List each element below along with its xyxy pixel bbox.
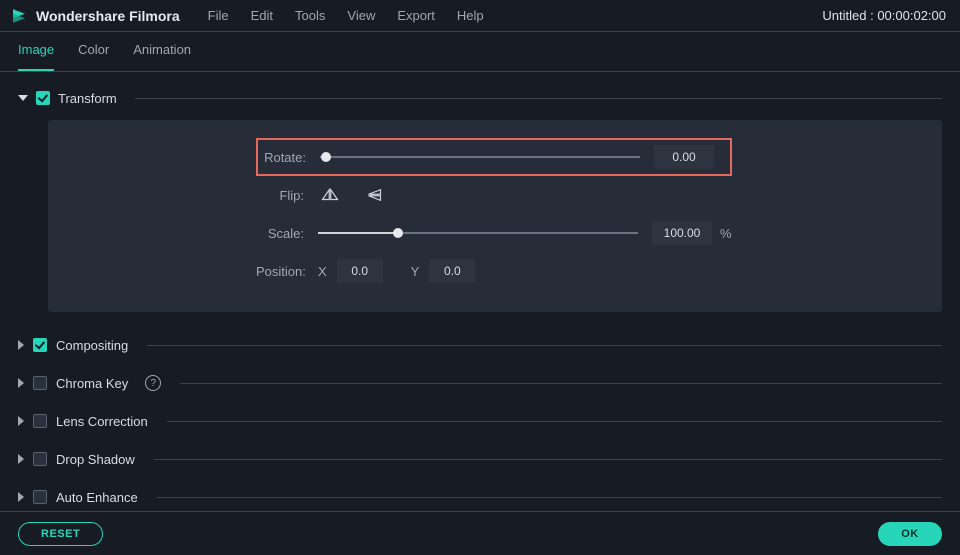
flip-label: Flip: <box>256 188 318 203</box>
content: Transform Rotate: Flip: Scale: <box>0 72 960 512</box>
section-drop-shadow-title: Drop Shadow <box>56 452 135 467</box>
section-transform-title: Transform <box>58 91 117 106</box>
chevron-down-icon <box>18 95 28 101</box>
titlebar: Wondershare Filmora File Edit Tools View… <box>0 0 960 32</box>
checkbox-drop-shadow[interactable] <box>33 452 47 466</box>
section-auto-enhance-title: Auto Enhance <box>56 490 138 505</box>
position-x-label: X <box>318 264 327 279</box>
transform-panel: Rotate: Flip: Scale: <box>48 120 942 312</box>
scale-slider[interactable] <box>318 226 638 240</box>
flip-row: Flip: <box>256 176 918 214</box>
ok-button[interactable]: OK <box>878 522 942 546</box>
section-lens-correction-title: Lens Correction <box>56 414 148 429</box>
section-drop-shadow[interactable]: Drop Shadow <box>18 440 942 478</box>
footer: RESET OK <box>0 511 960 555</box>
menu-edit[interactable]: Edit <box>251 8 273 23</box>
reset-button[interactable]: RESET <box>18 522 103 546</box>
scale-row: Scale: % <box>256 214 918 252</box>
position-y-input[interactable] <box>429 259 475 283</box>
section-chroma-key-title: Chroma Key <box>56 376 128 391</box>
chevron-right-icon <box>18 492 24 502</box>
project-title: Untitled : 00:00:02:00 <box>822 8 946 23</box>
section-chroma-key[interactable]: Chroma Key ? <box>18 364 942 402</box>
help-icon[interactable]: ? <box>145 375 161 391</box>
scale-unit: % <box>720 226 732 241</box>
flip-horizontal-icon[interactable] <box>318 185 342 205</box>
divider <box>147 345 942 346</box>
position-row: Position: X Y <box>256 252 918 290</box>
menu-help[interactable]: Help <box>457 8 484 23</box>
tab-animation[interactable]: Animation <box>133 42 191 71</box>
checkbox-chroma-key[interactable] <box>33 376 47 390</box>
app-title: Wondershare Filmora <box>36 8 180 24</box>
section-compositing[interactable]: Compositing <box>18 326 942 364</box>
menu-tools[interactable]: Tools <box>295 8 325 23</box>
chevron-right-icon <box>18 416 24 426</box>
checkbox-auto-enhance[interactable] <box>33 490 47 504</box>
divider <box>157 497 942 498</box>
rotate-input[interactable] <box>654 145 714 169</box>
scale-label: Scale: <box>256 226 318 241</box>
chevron-right-icon <box>18 340 24 350</box>
subtabs: Image Color Animation <box>0 32 960 72</box>
rotate-row-highlight: Rotate: <box>256 138 732 176</box>
flip-vertical-icon[interactable] <box>364 185 388 205</box>
chevron-right-icon <box>18 378 24 388</box>
scale-input[interactable] <box>652 221 712 245</box>
divider <box>154 459 942 460</box>
position-x-input[interactable] <box>337 259 383 283</box>
app-logo-icon <box>10 7 28 25</box>
checkbox-transform[interactable] <box>36 91 50 105</box>
rotate-label: Rotate: <box>258 150 320 165</box>
rotate-slider[interactable] <box>320 150 640 164</box>
checkbox-lens-correction[interactable] <box>33 414 47 428</box>
menu-view[interactable]: View <box>347 8 375 23</box>
divider <box>180 383 942 384</box>
position-label: Position: <box>256 264 318 279</box>
tab-color[interactable]: Color <box>78 42 109 71</box>
section-lens-correction[interactable]: Lens Correction <box>18 402 942 440</box>
menu-export[interactable]: Export <box>397 8 435 23</box>
checkbox-compositing[interactable] <box>33 338 47 352</box>
divider <box>167 421 942 422</box>
section-transform-header[interactable]: Transform <box>18 84 942 112</box>
chevron-right-icon <box>18 454 24 464</box>
divider <box>135 98 942 99</box>
section-compositing-title: Compositing <box>56 338 128 353</box>
menubar: File Edit Tools View Export Help <box>208 8 484 23</box>
tab-image[interactable]: Image <box>18 42 54 71</box>
menu-file[interactable]: File <box>208 8 229 23</box>
section-auto-enhance[interactable]: Auto Enhance <box>18 478 942 512</box>
position-y-label: Y <box>411 264 420 279</box>
